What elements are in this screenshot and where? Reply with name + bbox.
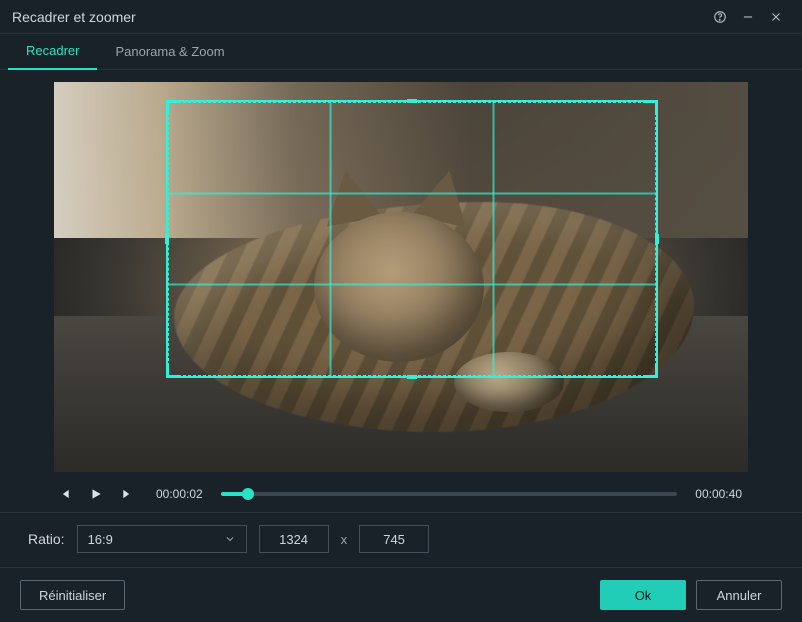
video-preview[interactable] [54,82,748,472]
window-title: Recadrer et zoomer [12,9,706,25]
width-input[interactable]: 1324 [259,525,329,553]
tab-crop[interactable]: Recadrer [8,34,97,70]
tab-panorama-zoom[interactable]: Panorama & Zoom [97,34,242,70]
seek-slider[interactable] [221,492,678,496]
preview-area [0,70,802,478]
next-frame-button[interactable] [118,484,138,504]
playback-bar: 00:00:02 00:00:40 [0,478,802,508]
reset-button[interactable]: Réinitialiser [20,580,125,610]
ratio-select[interactable]: 16:9 [77,525,247,553]
close-icon[interactable] [762,3,790,31]
play-button[interactable] [86,484,106,504]
help-icon[interactable] [706,3,734,31]
preview-image [54,82,748,472]
total-time: 00:00:40 [689,487,748,501]
footer: Réinitialiser Ok Annuler [0,567,802,622]
ok-button[interactable]: Ok [600,580,686,610]
height-input[interactable]: 745 [359,525,429,553]
ratio-row: Ratio: 16:9 1324 x 745 [0,512,802,561]
prev-frame-button[interactable] [54,484,74,504]
seek-knob[interactable] [242,488,254,500]
cancel-button[interactable]: Annuler [696,580,782,610]
ratio-label: Ratio: [28,531,65,547]
tabs: Recadrer Panorama & Zoom [0,34,802,70]
titlebar: Recadrer et zoomer [0,0,802,34]
minimize-icon[interactable] [734,3,762,31]
chevron-down-icon [224,533,236,545]
current-time: 00:00:02 [150,487,209,501]
ratio-value: 16:9 [88,532,113,547]
by-label: x [341,532,348,547]
